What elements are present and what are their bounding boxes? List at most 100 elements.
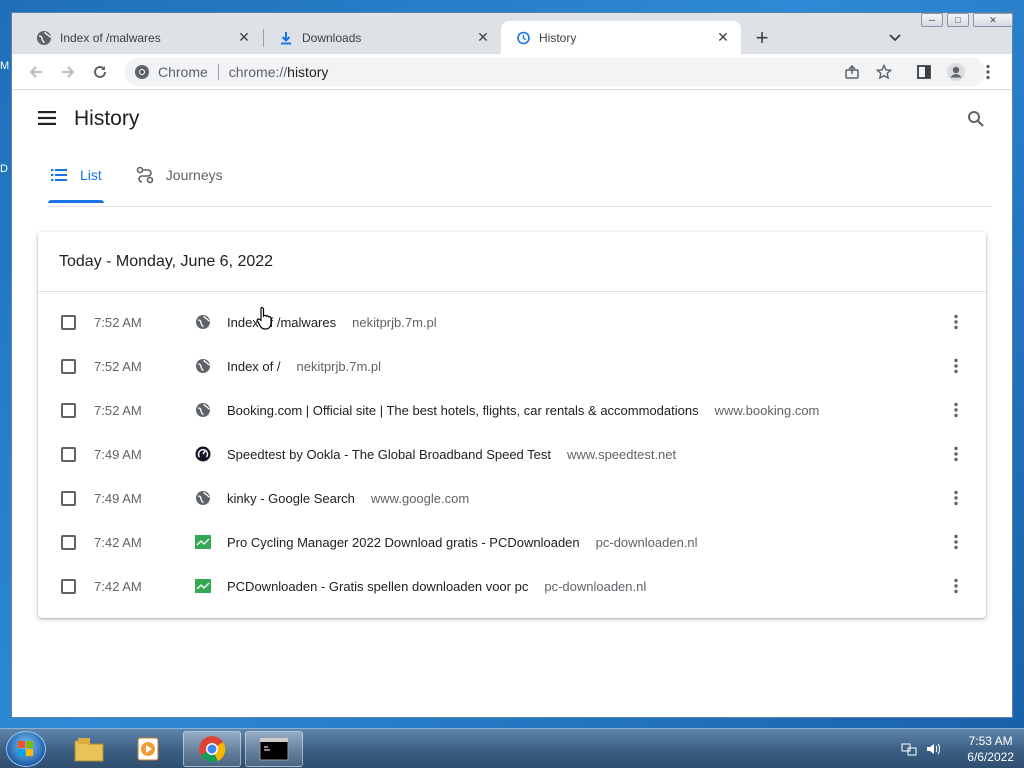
page-domain: nekitprjb.7m.pl: [352, 314, 437, 330]
system-tray: 7:53 AM 6/6/2022: [893, 729, 1014, 768]
site-chip-label: Chrome: [158, 64, 208, 80]
maximize-button[interactable]: □: [947, 13, 969, 27]
page-title-text: kinky - Google Search: [227, 490, 355, 506]
tab-history[interactable]: History ✕: [501, 21, 741, 54]
omnibox-divider: [217, 64, 219, 80]
history-row[interactable]: 7:42 AM PCDownloaden - Gratis spellen dow…: [38, 564, 986, 608]
more-actions-icon[interactable]: [946, 356, 966, 376]
clock-date: 6/6/2022: [967, 750, 1014, 764]
search-icon[interactable]: [967, 110, 987, 130]
row-checkbox[interactable]: [61, 358, 76, 374]
tab-journeys[interactable]: Journeys: [134, 157, 225, 193]
more-actions-icon[interactable]: [946, 312, 966, 332]
volume-icon[interactable]: [925, 741, 941, 757]
list-icon: [50, 166, 68, 184]
history-row[interactable]: 7:49 AM Speedtest by Ookla - The Global B…: [38, 432, 986, 476]
tab-downloads[interactable]: Downloads ✕: [264, 21, 501, 54]
more-actions-icon[interactable]: [946, 400, 966, 420]
globe-icon: [195, 402, 211, 418]
media-player-taskbar-button[interactable]: [121, 731, 179, 767]
new-tab-button[interactable]: +: [750, 25, 774, 50]
history-row[interactable]: 7:52 AM Index of /malwares nekitprjb.7m.pl: [38, 300, 986, 344]
folder-icon: [74, 738, 104, 762]
tab-label: Downloads: [302, 30, 362, 45]
row-checkbox[interactable]: [61, 578, 76, 594]
history-list: 7:52 AM Index of /malwares nekitprjb.7m.pl…: [38, 300, 986, 608]
close-icon[interactable]: ✕: [475, 29, 491, 46]
history-card: Today - Monday, June 6, 2022 7:52 AM Inde…: [38, 232, 986, 618]
history-link[interactable]: Index of / nekitprjb.7m.pl: [227, 359, 381, 374]
tab-journeys-label: Journeys: [165, 167, 223, 183]
history-row[interactable]: 7:49 AM kinky - Google Search www.google.c…: [38, 476, 986, 520]
more-actions-icon[interactable]: [946, 444, 966, 464]
close-window-button[interactable]: ✕: [973, 13, 1013, 27]
download-icon: [278, 30, 294, 46]
page-domain: nekitprjb.7m.pl: [296, 358, 382, 374]
history-link[interactable]: kinky - Google Search www.google.com: [227, 491, 469, 506]
tab-list-label: List: [80, 167, 102, 183]
site-chip[interactable]: Chrome: [124, 64, 208, 80]
page-domain: pc-downloaden.nl: [595, 534, 698, 550]
more-actions-icon[interactable]: [946, 532, 966, 552]
browser-toolbar: Chrome chrome://history: [12, 54, 1012, 90]
url-scheme: chrome://: [228, 64, 288, 80]
history-row[interactable]: 7:42 AM Pro Cycling Manager 2022 Download…: [38, 520, 986, 564]
hamburger-menu-icon[interactable]: [38, 111, 58, 131]
history-link[interactable]: Speedtest by Ookla - The Global Broadban…: [227, 447, 676, 462]
row-checkbox[interactable]: [61, 534, 76, 550]
hand-cursor-icon: [256, 306, 272, 330]
row-checkbox[interactable]: [61, 314, 76, 330]
row-checkbox[interactable]: [61, 490, 76, 506]
desktop-icon-label: M: [0, 60, 10, 72]
side-panel-icon[interactable]: [914, 62, 934, 82]
forward-icon[interactable]: [58, 62, 78, 82]
tab-label: Index of /malwares: [60, 30, 161, 45]
profile-avatar-icon[interactable]: [946, 62, 966, 82]
globe-icon: [36, 30, 52, 46]
row-checkbox[interactable]: [61, 402, 76, 418]
share-icon[interactable]: [842, 62, 862, 82]
page-domain: www.google.com: [370, 490, 470, 506]
minimize-button[interactable]: ─: [921, 13, 943, 27]
close-icon[interactable]: ✕: [715, 29, 731, 46]
page-title: History: [74, 107, 140, 130]
close-icon[interactable]: ✕: [236, 29, 252, 46]
history-row[interactable]: 7:52 AM Index of / nekitprjb.7m.pl: [38, 344, 986, 388]
history-link[interactable]: Booking.com | Official site | The best h…: [227, 403, 819, 418]
more-actions-icon[interactable]: [946, 576, 966, 596]
cmd-taskbar-button[interactable]: [245, 731, 303, 767]
chevron-down-icon[interactable]: [885, 28, 905, 48]
history-link[interactable]: Pro Cycling Manager 2022 Download gratis…: [227, 535, 698, 550]
history-row[interactable]: 7:52 AM Booking.com | Official site | The…: [38, 388, 986, 432]
tab-list[interactable]: List: [48, 157, 104, 203]
reload-icon[interactable]: [90, 62, 110, 82]
tab-label: History: [539, 30, 577, 45]
browser-window: Index of /malwares ✕ Downloads ✕ History…: [11, 12, 1013, 718]
visit-time: 7:52 AM: [94, 402, 142, 418]
history-link[interactable]: PCDownloaden - Gratis spellen downloaden…: [227, 579, 646, 594]
visit-time: 7:52 AM: [94, 314, 142, 330]
page-domain: www.booking.com: [714, 402, 820, 418]
explorer-taskbar-button[interactable]: [60, 731, 118, 767]
more-actions-icon[interactable]: [946, 488, 966, 508]
media-player-icon: [137, 737, 159, 761]
url-path: history: [287, 64, 329, 80]
page-title-text: Speedtest by Ookla - The Global Broadban…: [227, 446, 552, 462]
back-icon[interactable]: [26, 62, 46, 82]
tab-index-malwares[interactable]: Index of /malwares ✕: [22, 21, 262, 54]
pcdownloaden-icon: [195, 578, 211, 594]
clock[interactable]: 7:53 AM 6/6/2022: [967, 733, 1014, 765]
chrome-taskbar-button[interactable]: [183, 731, 241, 767]
kebab-menu-icon[interactable]: [978, 62, 998, 82]
start-button[interactable]: [6, 731, 46, 767]
page-title-text: PCDownloaden - Gratis spellen downloaden…: [227, 578, 529, 594]
bookmark-star-icon[interactable]: [874, 62, 894, 82]
history-page: History List Journeys Today - Monday, Ju…: [12, 91, 1012, 717]
network-icon[interactable]: [901, 741, 917, 757]
row-checkbox[interactable]: [61, 446, 76, 462]
history-tabs: List Journeys: [48, 157, 255, 203]
tab-strip: Index of /malwares ✕ Downloads ✕ History…: [12, 13, 1013, 54]
visit-time: 7:49 AM: [94, 446, 142, 462]
date-header: Today - Monday, June 6, 2022: [38, 232, 986, 292]
speedtest-icon: [195, 446, 211, 462]
